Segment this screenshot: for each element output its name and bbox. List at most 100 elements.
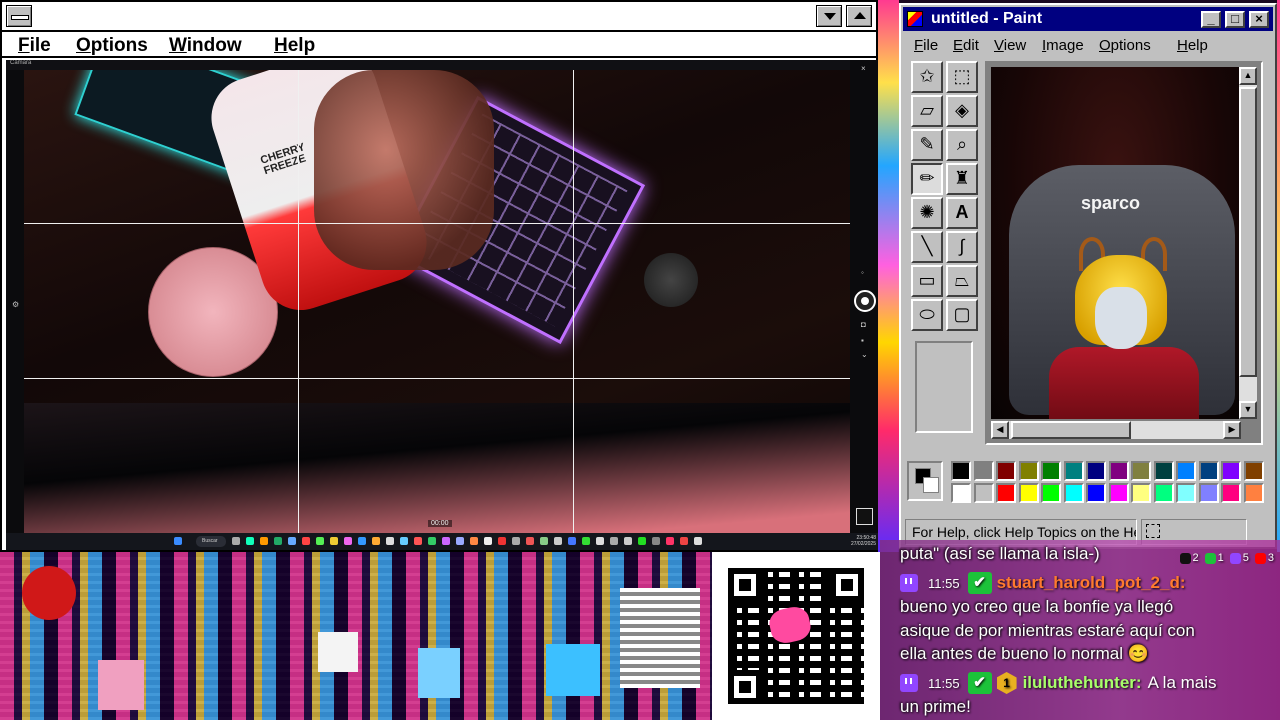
app-icon-13[interactable] [428, 537, 436, 545]
left-titlebar[interactable] [2, 2, 876, 32]
tool-options-box[interactable] [915, 341, 973, 433]
start-icon[interactable] [174, 537, 182, 545]
maximize-button[interactable] [846, 5, 872, 27]
paint-canvas[interactable]: sparco [991, 67, 1241, 419]
app-icon-15[interactable] [456, 537, 464, 545]
palette-top-swatch-0[interactable] [951, 461, 971, 481]
free-select-icon[interactable]: ✩ [911, 61, 943, 93]
taskbar-clock[interactable]: 23:50:48 27/02/2025 [851, 535, 876, 547]
paint-close-button[interactable]: × [1249, 11, 1269, 28]
vertical-scrollbar[interactable]: ▲ ▼ [1239, 67, 1257, 419]
palette-bottom-swatch-3[interactable] [1018, 483, 1039, 503]
rect-select-icon[interactable]: ⬚ [946, 61, 978, 93]
app-icon-6[interactable] [330, 537, 338, 545]
palette-bottom-swatch-9[interactable] [1153, 483, 1174, 503]
text-tool-icon[interactable]: A [946, 197, 978, 229]
app-icon-27[interactable] [624, 537, 632, 545]
shutter-button[interactable] [854, 290, 876, 312]
app-icon-30[interactable] [666, 537, 674, 545]
app-icon-23[interactable] [568, 537, 576, 545]
app-icon-22[interactable] [554, 537, 562, 545]
ellipse-tool-icon[interactable]: ⬭ [911, 299, 943, 331]
app-icon-5[interactable] [316, 537, 324, 545]
horizontal-scrollbar[interactable]: ◀ ▶ [991, 421, 1241, 439]
paint-menu-options[interactable]: Options [1099, 37, 1151, 54]
palette-bottom-swatch-4[interactable] [1041, 483, 1061, 503]
camera-settings-icon[interactable]: ⚙ [12, 300, 19, 309]
palette-top-swatch-4[interactable] [1041, 461, 1061, 481]
palette-bottom-swatch-0[interactable] [951, 483, 971, 503]
magnifier-icon[interactable]: ⌕ [946, 129, 978, 161]
palette-top-swatch-10[interactable] [1176, 461, 1196, 481]
palette-top-swatch-7[interactable] [1108, 461, 1129, 481]
app-icon-32[interactable] [694, 537, 702, 545]
app-icon-14[interactable] [442, 537, 450, 545]
rounded-rect-tool-icon[interactable]: ▢ [946, 299, 978, 331]
scroll-right-icon[interactable]: ▶ [1223, 421, 1241, 439]
paint-menu-view[interactable]: View [994, 37, 1026, 54]
chevron-down-icon[interactable]: ⌄ [861, 351, 868, 359]
camera-close-icon[interactable]: × [861, 65, 867, 73]
palette-bottom-swatch-10[interactable] [1176, 483, 1196, 503]
photo-mode-icon[interactable]: ◘ [861, 321, 867, 329]
camera-mode-icon[interactable]: ◦ [861, 269, 867, 277]
palette-top-swatch-8[interactable] [1131, 461, 1151, 481]
color-picker-icon[interactable]: ✎ [911, 129, 943, 161]
paint-minimize-button[interactable]: _ [1201, 11, 1221, 28]
app-icon-16[interactable] [470, 537, 478, 545]
rectangle-tool-icon[interactable]: ▭ [911, 265, 943, 297]
app-icon-18[interactable] [498, 537, 506, 545]
palette-bottom-swatch-5[interactable] [1063, 483, 1084, 503]
video-mode-icon[interactable]: ▪ [861, 337, 867, 345]
app-icon-20[interactable] [526, 537, 534, 545]
palette-bottom-swatch-2[interactable] [996, 483, 1016, 503]
paint-menu-image[interactable]: Image [1042, 37, 1084, 54]
app-icon-12[interactable] [414, 537, 422, 545]
app-icon-9[interactable] [372, 537, 380, 545]
qr-code[interactable] [712, 552, 880, 720]
airbrush-icon[interactable]: ✺ [911, 197, 943, 229]
scroll-left-icon[interactable]: ◀ [991, 421, 1009, 439]
app-icon-3[interactable] [288, 537, 296, 545]
palette-bottom-swatch-1[interactable] [973, 483, 994, 503]
palette-bottom-swatch-11[interactable] [1198, 483, 1219, 503]
palette-top-swatch-2[interactable] [996, 461, 1016, 481]
app-icon-11[interactable] [400, 537, 408, 545]
gallery-thumbnail[interactable] [856, 508, 873, 525]
chat-username[interactable]: iluluthehunter: [1023, 673, 1142, 693]
paint-app-icon[interactable] [907, 11, 923, 27]
fill-bucket-icon[interactable]: ◈ [946, 95, 978, 127]
folder-icon[interactable] [260, 537, 268, 545]
app-icon-25[interactable] [596, 537, 604, 545]
palette-top-swatch-3[interactable] [1018, 461, 1039, 481]
vertical-scroll-thumb[interactable] [1239, 87, 1257, 377]
taskbar-search[interactable]: Buscar [196, 536, 226, 547]
pencil-icon[interactable]: ✏ [911, 163, 943, 195]
app-icon-10[interactable] [386, 537, 394, 545]
paint-menu-help[interactable]: Help [1177, 37, 1208, 54]
paint-menu-file[interactable]: File [914, 37, 938, 54]
app-icon-21[interactable] [540, 537, 548, 545]
app-icon-17[interactable] [484, 537, 492, 545]
app-icon-1[interactable] [246, 537, 254, 545]
app-icon-19[interactable] [512, 537, 520, 545]
chat-username[interactable]: stuart_harold_pot_2_d: [997, 573, 1186, 593]
palette-bottom-swatch-8[interactable] [1131, 483, 1151, 503]
palette-bottom-swatch-12[interactable] [1221, 483, 1241, 503]
app-icon-24[interactable] [582, 537, 590, 545]
polygon-tool-icon[interactable]: ⏢ [946, 265, 978, 297]
scroll-up-icon[interactable]: ▲ [1239, 67, 1257, 85]
app-icon-31[interactable] [680, 537, 688, 545]
app-icon-26[interactable] [610, 537, 618, 545]
taskview-icon[interactable] [232, 537, 240, 545]
paint-titlebar[interactable]: untitled - Paint _ □ × [903, 7, 1273, 31]
line-tool-icon[interactable]: ╲ [911, 231, 943, 263]
scroll-down-icon[interactable]: ▼ [1239, 401, 1257, 419]
minimize-button[interactable] [816, 5, 842, 27]
app-icon-4[interactable] [302, 537, 310, 545]
menu-help[interactable]: Help [274, 33, 315, 57]
paint-menu-edit[interactable]: Edit [953, 37, 979, 54]
menu-window[interactable]: Window [169, 33, 242, 57]
palette-top-swatch-6[interactable] [1086, 461, 1106, 481]
palette-top-swatch-1[interactable] [973, 461, 994, 481]
